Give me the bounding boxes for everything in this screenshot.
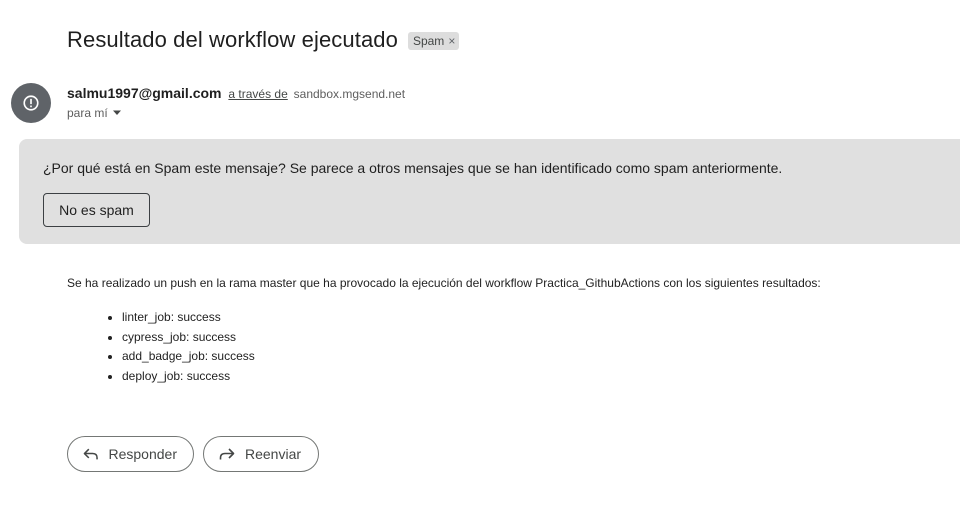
reply-icon	[83, 448, 98, 460]
spam-explanation: ¿Por qué está en Spam este mensaje? Se p…	[43, 160, 782, 176]
forward-button[interactable]: Reenviar	[203, 436, 319, 472]
not-spam-button[interactable]: No es spam	[43, 193, 150, 227]
list-item: cypress_job: success	[122, 328, 255, 348]
alert-circle-icon	[23, 95, 39, 111]
results-list: linter_job: success cypress_job: success…	[67, 308, 255, 386]
email-subject: Resultado del workflow ejecutado	[67, 27, 398, 52]
spam-reason: Se parece a otros mensajes que se han id…	[285, 160, 783, 176]
avatar[interactable]	[11, 83, 51, 123]
recipient-text: para mí	[67, 106, 108, 120]
spam-label-chip[interactable]: Spam ×	[407, 32, 460, 50]
email-body-intro: Se ha realizado un push en la rama maste…	[67, 276, 821, 290]
list-item: deploy_job: success	[122, 367, 255, 387]
reply-button[interactable]: Responder	[67, 436, 194, 472]
list-item: linter_job: success	[122, 308, 255, 328]
forward-label: Reenviar	[245, 446, 302, 462]
reply-label: Responder	[108, 446, 178, 462]
recipient-details-toggle[interactable]: para mí	[67, 106, 122, 120]
via-link[interactable]: a través de	[228, 87, 287, 101]
sender-line: salmu1997@gmail.com a través de sandbox.…	[67, 85, 405, 101]
list-item: add_badge_job: success	[122, 347, 255, 367]
forward-icon	[219, 448, 235, 460]
remove-label-icon[interactable]: ×	[448, 34, 455, 48]
spam-warning-banner: ¿Por qué está en Spam este mensaje? Se p…	[19, 139, 960, 244]
via-domain: sandbox.mgsend.net	[293, 87, 406, 101]
subject-row: Resultado del workflow ejecutado Spam ×	[67, 27, 460, 53]
spam-question: ¿Por qué está en Spam este mensaje?	[43, 160, 286, 176]
spam-label-text: Spam	[412, 34, 445, 48]
sender-email[interactable]: salmu1997@gmail.com	[67, 85, 222, 101]
caret-down-icon	[112, 110, 121, 115]
message-actions: Responder Reenviar	[67, 436, 319, 472]
